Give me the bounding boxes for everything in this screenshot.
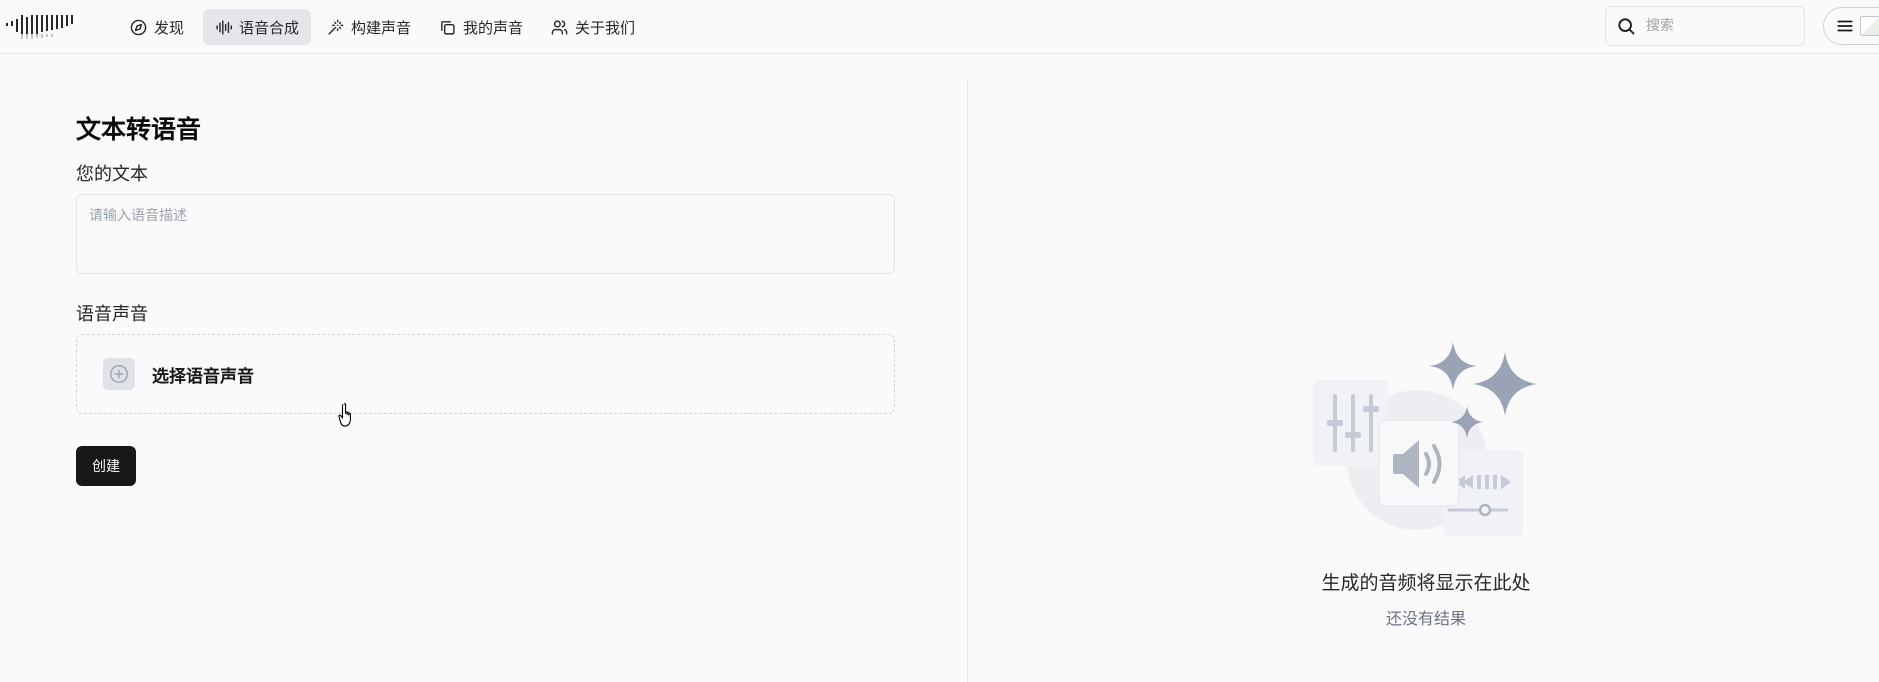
nav-item-about-us[interactable]: 关于我们 xyxy=(539,9,647,45)
users-icon xyxy=(551,19,568,35)
logo[interactable] xyxy=(6,12,76,40)
create-button[interactable]: 创建 xyxy=(76,446,136,486)
empty-state-subtitle: 还没有结果 xyxy=(1385,609,1466,628)
hamburger-menu-icon xyxy=(1837,20,1853,32)
page-title: 文本转语音 xyxy=(76,115,202,144)
compass-icon xyxy=(130,19,147,35)
nav-item-label: 构建声音 xyxy=(351,18,412,37)
nav-item-label: 发现 xyxy=(154,18,185,37)
nav-item-label: 语音合成 xyxy=(239,18,300,37)
nav-item-my-voices[interactable]: 我的声音 xyxy=(427,9,535,45)
avatar[interactable] xyxy=(1860,16,1879,36)
hand-pointer-cursor-icon xyxy=(338,403,351,427)
pane-divider xyxy=(967,80,968,682)
nav-item-label: 关于我们 xyxy=(575,18,636,37)
voice-field-label: 语音声音 xyxy=(76,304,148,325)
magic-wand-icon xyxy=(328,19,344,35)
nav-item-label: 我的声音 xyxy=(463,18,524,37)
search-icon xyxy=(1618,18,1635,35)
select-voice-label: 选择语音声音 xyxy=(152,366,254,387)
top-navigation-bar: 发现 语音合成 构建声音 我的声音 关于我们 搜索 xyxy=(0,0,1879,54)
select-voice-button[interactable]: 选择语音声音 xyxy=(76,334,895,414)
stacked-copies-icon xyxy=(441,20,455,35)
nav-item-discover[interactable]: 发现 xyxy=(118,9,196,45)
empty-state-title: 生成的音频将显示在此处 xyxy=(1321,572,1531,594)
nav-item-speech-synthesis[interactable]: 语音合成 xyxy=(203,9,312,45)
voice-placeholder-tile xyxy=(103,358,135,390)
empty-audio-illustration xyxy=(1313,342,1537,536)
text-input[interactable] xyxy=(76,194,895,274)
nav-item-build-voice[interactable]: 构建声音 xyxy=(315,9,423,45)
plus-circle-icon xyxy=(110,365,128,383)
audio-waveform-icon xyxy=(216,19,232,35)
user-menu-button[interactable] xyxy=(1823,7,1879,45)
search-box[interactable] xyxy=(1605,6,1805,46)
text-field-label: 您的文本 xyxy=(76,164,148,185)
search-input[interactable] xyxy=(1644,17,1784,35)
